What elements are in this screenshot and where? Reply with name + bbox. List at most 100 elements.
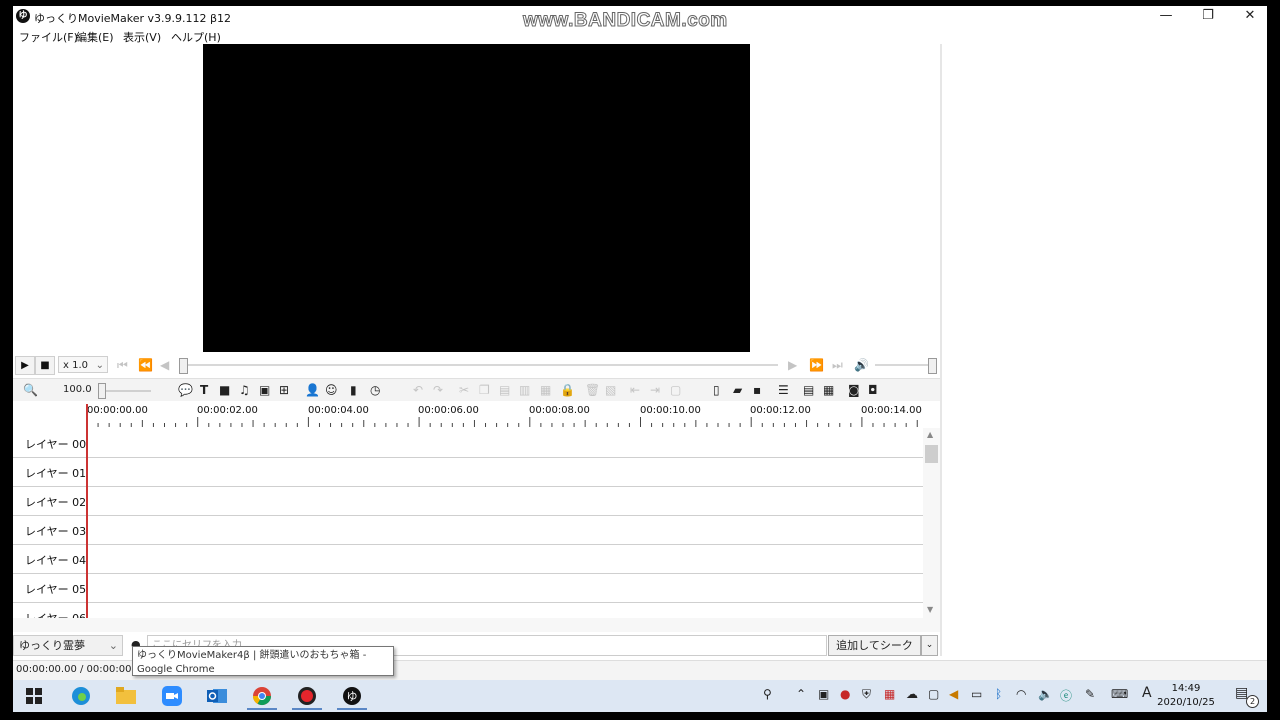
music-note-icon[interactable]: ♫ bbox=[239, 382, 250, 398]
video-camera-icon[interactable]: ■ bbox=[219, 382, 230, 398]
skip-start-icon[interactable]: ⏮ bbox=[117, 357, 128, 373]
bandicam-record-icon[interactable] bbox=[292, 684, 322, 710]
align-right-icon[interactable]: ⇥ bbox=[650, 382, 660, 398]
clock-icon[interactable]: ◷ bbox=[370, 382, 380, 398]
zoom-thumb[interactable] bbox=[98, 383, 106, 399]
zoom-track[interactable] bbox=[101, 390, 151, 392]
person-icon[interactable]: 👤 bbox=[305, 382, 320, 398]
frame-back-fast-icon[interactable]: ⏪ bbox=[138, 357, 153, 373]
onedrive-cloud-icon[interactable]: ☁ bbox=[906, 687, 918, 701]
video-preview[interactable] bbox=[203, 44, 750, 352]
chevron-up-icon[interactable]: ⌃ bbox=[796, 687, 806, 701]
volume-thumb[interactable] bbox=[928, 358, 937, 374]
bluetooth-icon[interactable]: ᛒ bbox=[995, 687, 1002, 701]
delete-all-icon[interactable]: ▧ bbox=[605, 382, 616, 398]
new-file-icon[interactable]: ▯ bbox=[713, 382, 720, 398]
playhead[interactable] bbox=[86, 404, 88, 618]
volume-track[interactable] bbox=[875, 364, 933, 366]
tray-image-icon[interactable]: ▦ bbox=[884, 687, 895, 701]
speaker-tray-icon[interactable]: ◀ bbox=[949, 687, 958, 701]
character-select[interactable]: ゆっくり霊夢 ⌄ bbox=[13, 635, 123, 656]
lock-icon[interactable]: 🔒 bbox=[560, 382, 575, 398]
text-icon[interactable]: T bbox=[200, 382, 208, 398]
record-tray-icon[interactable]: ● bbox=[840, 687, 850, 701]
layer-row[interactable]: レイヤー 04 bbox=[13, 544, 923, 574]
yukkuri-moviemaker-icon[interactable]: ゆ bbox=[337, 684, 367, 710]
paste-special-icon[interactable]: ▥ bbox=[519, 382, 530, 398]
frame-back-icon[interactable]: ◀ bbox=[160, 357, 169, 373]
start-windows-icon[interactable] bbox=[19, 684, 49, 708]
taskbar-clock[interactable]: 14:49 2020/10/25 bbox=[1151, 682, 1221, 710]
layer-row[interactable]: レイヤー 02 bbox=[13, 486, 923, 516]
tray-app-icon[interactable]: ▣ bbox=[818, 687, 829, 701]
seek-thumb[interactable] bbox=[179, 358, 188, 374]
scroll-thumb[interactable] bbox=[925, 445, 938, 463]
volume-tray-icon[interactable]: 🔈 bbox=[1038, 687, 1053, 701]
layer-row[interactable]: レイヤー 06 bbox=[13, 602, 923, 618]
tray-e-icon[interactable]: ⓔ bbox=[1060, 687, 1072, 704]
edge-browser-icon[interactable] bbox=[66, 684, 96, 708]
cut-icon[interactable]: ✂ bbox=[459, 382, 469, 398]
folder-icon[interactable]: ▰ bbox=[733, 382, 742, 398]
zoom-app-icon[interactable] bbox=[157, 684, 187, 708]
menu-help[interactable]: ヘルプ(H) bbox=[171, 29, 221, 45]
add-and-seek-button[interactable]: 追加してシーク bbox=[828, 635, 921, 656]
chrome-browser-icon[interactable] bbox=[247, 684, 277, 710]
volume-icon[interactable]: 🔊 bbox=[854, 357, 869, 373]
select-icon[interactable]: ▦ bbox=[540, 382, 551, 398]
layer-row[interactable]: レイヤー 03 bbox=[13, 515, 923, 545]
people-icon[interactable]: ⚲ bbox=[763, 687, 772, 701]
wifi-icon[interactable]: ◠ bbox=[1016, 687, 1026, 701]
layer-row[interactable]: レイヤー 01 bbox=[13, 457, 923, 487]
pen-icon[interactable]: ✎ bbox=[1085, 687, 1095, 701]
scroll-down-icon[interactable]: ▼ bbox=[927, 605, 933, 614]
stop-button[interactable]: ■ bbox=[35, 356, 55, 375]
zoom-icon[interactable]: 🔍 bbox=[23, 382, 38, 398]
copy-icon[interactable]: ❐ bbox=[479, 382, 490, 398]
vertical-scrollbar[interactable]: ▲ ▼ bbox=[923, 428, 940, 618]
skip-end-icon[interactable]: ⏭ bbox=[832, 357, 843, 373]
redo-icon[interactable]: ↷ bbox=[433, 382, 443, 398]
speed-select[interactable]: x 1.0 ⌄ bbox=[58, 356, 108, 373]
menu-file[interactable]: ファイル(F) bbox=[19, 29, 78, 45]
paste-icon[interactable]: ▤ bbox=[499, 382, 510, 398]
clipboard-icon[interactable]: ▮ bbox=[350, 382, 357, 398]
export-video-icon[interactable]: ▦ bbox=[823, 382, 834, 398]
camera-icon[interactable]: ◙ bbox=[848, 382, 860, 398]
minimize-button[interactable]: — bbox=[1145, 6, 1187, 26]
seek-track[interactable] bbox=[183, 364, 778, 366]
timeline-ruler[interactable]: 00:00:00.00 00:00:02.00 00:00:04.00 00:0… bbox=[13, 401, 923, 429]
play-button[interactable]: ▶ bbox=[15, 356, 35, 375]
menu-edit[interactable]: 編集(E) bbox=[76, 29, 114, 45]
maximize-button[interactable]: ❐ bbox=[1187, 6, 1229, 26]
group-icon[interactable]: ▢ bbox=[670, 382, 681, 398]
export-icon[interactable]: ▤ bbox=[803, 382, 814, 398]
battery-icon[interactable]: ▭ bbox=[971, 687, 982, 701]
keyboard-icon[interactable]: ⌨ bbox=[1111, 687, 1128, 701]
horizontal-scrollbar[interactable] bbox=[13, 618, 940, 632]
menu-view[interactable]: 表示(V) bbox=[123, 29, 161, 45]
frame-forward-fast-icon[interactable]: ⏩ bbox=[809, 357, 824, 373]
undo-icon[interactable]: ↶ bbox=[413, 382, 423, 398]
camera-settings-icon[interactable]: ◘ bbox=[868, 382, 878, 398]
close-button[interactable]: ✕ bbox=[1229, 6, 1267, 26]
outlook-icon[interactable] bbox=[202, 684, 232, 708]
frame-forward-icon[interactable]: ▶ bbox=[788, 357, 797, 373]
security-shield-icon[interactable]: ⛨ bbox=[862, 687, 871, 702]
delete-icon[interactable]: 🗑 bbox=[585, 382, 600, 398]
tray-device-icon[interactable]: ▢ bbox=[928, 687, 939, 701]
image-icon[interactable]: ▣ bbox=[259, 382, 270, 398]
layer-row[interactable]: レイヤー 00 bbox=[13, 428, 923, 458]
add-options-dropdown[interactable]: ⌄ bbox=[921, 635, 938, 656]
smiley-icon[interactable]: ☺ bbox=[325, 382, 338, 398]
settings-sliders-icon[interactable]: ☰ bbox=[778, 382, 789, 398]
ruler-label: 00:00:12.00 bbox=[750, 405, 811, 416]
align-left-icon[interactable]: ⇤ bbox=[630, 382, 640, 398]
chevron-down-icon: ⌄ bbox=[108, 639, 118, 652]
speech-bubble-icon[interactable]: 💬 bbox=[178, 382, 193, 398]
save-icon[interactable]: ▪ bbox=[753, 382, 761, 398]
file-explorer-icon[interactable] bbox=[111, 684, 141, 708]
grid-icon[interactable]: ⊞ bbox=[279, 382, 289, 398]
layer-row[interactable]: レイヤー 05 bbox=[13, 573, 923, 603]
scroll-up-icon[interactable]: ▲ bbox=[927, 430, 933, 439]
